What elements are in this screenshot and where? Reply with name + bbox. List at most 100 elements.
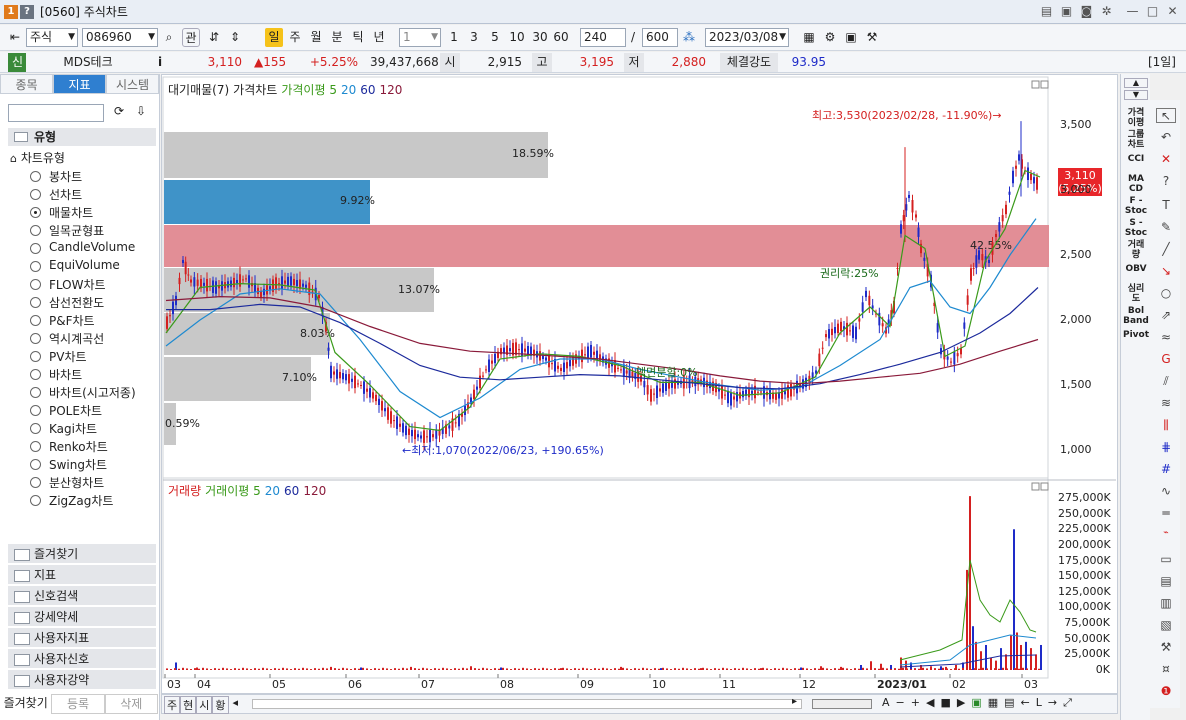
price-icon[interactable]: ¤ — [1156, 662, 1176, 677]
volume-bar — [874, 668, 876, 670]
legend-volume[interactable]: 거래량 — [168, 482, 201, 499]
horizontal-scrollbar[interactable] — [252, 699, 802, 709]
volume-bar — [234, 668, 236, 670]
quick-indicator-button[interactable]: S - Stoc — [1121, 218, 1151, 238]
volume-bar — [700, 668, 702, 670]
stop-icon[interactable]: ■ — [940, 696, 950, 710]
candle-body — [793, 388, 795, 390]
quick-indicator-button[interactable]: 그룹 차트 — [1121, 130, 1151, 150]
hline-icon[interactable]: ═ — [1156, 506, 1176, 521]
x-tick: 07 — [421, 678, 435, 691]
volume-profile-label: 8.03% — [300, 327, 335, 340]
candle-body — [354, 375, 356, 389]
candle-body — [524, 348, 526, 352]
volume-bar — [870, 661, 872, 670]
cursor-icon[interactable]: ↖ — [1156, 108, 1176, 123]
play-icon[interactable]: ▶ — [957, 696, 965, 710]
pen-icon[interactable]: ✎ — [1156, 220, 1176, 235]
text-icon[interactable]: T — [1156, 198, 1176, 213]
volume-bar — [542, 667, 544, 670]
legend-vol-ma20[interactable]: 20 — [265, 484, 280, 498]
arrow-line-icon[interactable]: ↘ — [1156, 264, 1176, 279]
info-circle-icon[interactable]: ❶ — [1156, 684, 1176, 699]
quick-indicator-button[interactable]: MA CD — [1121, 174, 1151, 194]
legend-ma5[interactable]: 가격이평 5 — [281, 81, 337, 98]
quick-indicator-button[interactable]: F - Stoc — [1121, 196, 1151, 216]
play-back-icon[interactable]: ◀ — [926, 696, 934, 710]
cycle-icon[interactable]: ⫼ — [1156, 418, 1176, 433]
grid-draw-icon[interactable]: # — [1156, 462, 1176, 477]
excel-icon[interactable]: ▣ — [971, 696, 981, 710]
quick-indicator-button[interactable]: CCI — [1121, 154, 1151, 164]
auto-trend-icon[interactable]: ⌁ — [1156, 528, 1176, 543]
candle-body — [348, 374, 350, 384]
volume-bar — [262, 667, 264, 670]
zoom-in-icon[interactable]: + — [911, 696, 920, 710]
l-icon[interactable]: L — [1036, 696, 1042, 710]
document-icon[interactable]: ▤ — [1156, 574, 1176, 589]
volume-bar — [190, 669, 192, 670]
bottom-tab-si[interactable]: 시 — [196, 696, 213, 714]
scroll-down-icon[interactable]: ▼ — [1124, 90, 1148, 100]
table-icon[interactable]: ▦ — [988, 696, 998, 710]
gann-icon[interactable]: G — [1156, 352, 1176, 367]
bottom-tab-hyeon[interactable]: 현 — [180, 696, 197, 714]
volume-bar — [794, 668, 796, 670]
legend-vol-ma120[interactable]: 120 — [303, 484, 326, 498]
line-icon[interactable]: ╱ — [1156, 242, 1176, 257]
volume-bar — [914, 668, 916, 670]
quick-indicator-button[interactable]: 심리 도 — [1121, 284, 1151, 304]
candle-body — [402, 423, 404, 433]
parallel-icon[interactable]: ≈ — [1156, 330, 1176, 345]
window-icon[interactable]: ▭ — [1156, 552, 1176, 567]
volume-bar — [422, 667, 424, 670]
scroll-right-icon[interactable]: ▸ — [792, 696, 797, 707]
zoom-slider[interactable] — [812, 699, 872, 709]
volume-bar — [238, 668, 240, 670]
wrench-icon[interactable]: ⚒ — [1156, 640, 1176, 655]
scroll-left-icon[interactable]: ◂ — [229, 696, 243, 714]
volume-bar — [658, 668, 660, 670]
fibonacci-icon[interactable]: ≋ — [1156, 396, 1176, 411]
columns-icon[interactable]: ▧ — [1156, 618, 1176, 633]
candle-body — [590, 344, 592, 358]
circle-icon[interactable]: ○ — [1156, 286, 1176, 301]
volume-bar — [854, 668, 856, 670]
andrews-icon[interactable]: ⋕ — [1156, 440, 1176, 455]
candle-body — [868, 295, 871, 306]
expand-icon[interactable]: ⤢ — [1063, 696, 1072, 710]
high-annotation: 최고:3,530(2023/02/28, -11.90%)→ — [812, 109, 1002, 122]
legend-ma20[interactable]: 20 — [341, 83, 356, 97]
image-icon[interactable]: ▤ — [1004, 696, 1014, 710]
question-icon[interactable]: ? — [1156, 174, 1176, 189]
volume-bar — [678, 668, 680, 670]
all-clear-icon[interactable]: ✕ — [1156, 152, 1176, 167]
bottom-tab-hwang[interactable]: 황 — [212, 696, 229, 714]
legend-vol-ma60[interactable]: 60 — [284, 484, 299, 498]
volume-bar — [898, 668, 900, 670]
quick-indicator-button[interactable]: 거래 량 — [1121, 240, 1151, 260]
quick-indicator-button[interactable]: Bol Band — [1121, 306, 1151, 326]
candle-body — [479, 375, 481, 389]
bar-chart-icon[interactable]: ▥ — [1156, 596, 1176, 611]
legend-ma120[interactable]: 120 — [380, 83, 403, 97]
bottom-tab-ju[interactable]: 주 — [164, 696, 181, 714]
auto-scale-icon[interactable]: A — [882, 696, 890, 710]
legend-ma60[interactable]: 60 — [360, 83, 375, 97]
undo-icon[interactable]: ↶ — [1156, 130, 1176, 145]
arrow-right-icon[interactable]: → — [1048, 696, 1057, 710]
fan-icon[interactable]: ⫽ — [1156, 374, 1176, 389]
legend-profile[interactable]: 대기매물(7) — [168, 81, 229, 98]
wave-icon[interactable]: ∿ — [1156, 484, 1176, 499]
quick-indicator-button[interactable]: OBV — [1121, 264, 1151, 274]
legend-price[interactable]: 가격차트 — [233, 81, 277, 98]
zoom-out-icon[interactable]: − — [896, 696, 905, 710]
arrow-left-icon[interactable]: ← — [1021, 696, 1030, 710]
volume-bar — [1005, 654, 1007, 670]
channel-icon[interactable]: ⇗ — [1156, 308, 1176, 323]
quick-indicator-button[interactable]: Pivot — [1121, 330, 1151, 340]
scroll-up-icon[interactable]: ▲ — [1124, 78, 1148, 88]
volume-bar — [382, 667, 384, 670]
quick-indicator-button[interactable]: 가격 이평 — [1121, 108, 1151, 128]
legend-vol-ma5[interactable]: 거래이평 5 — [205, 482, 261, 499]
